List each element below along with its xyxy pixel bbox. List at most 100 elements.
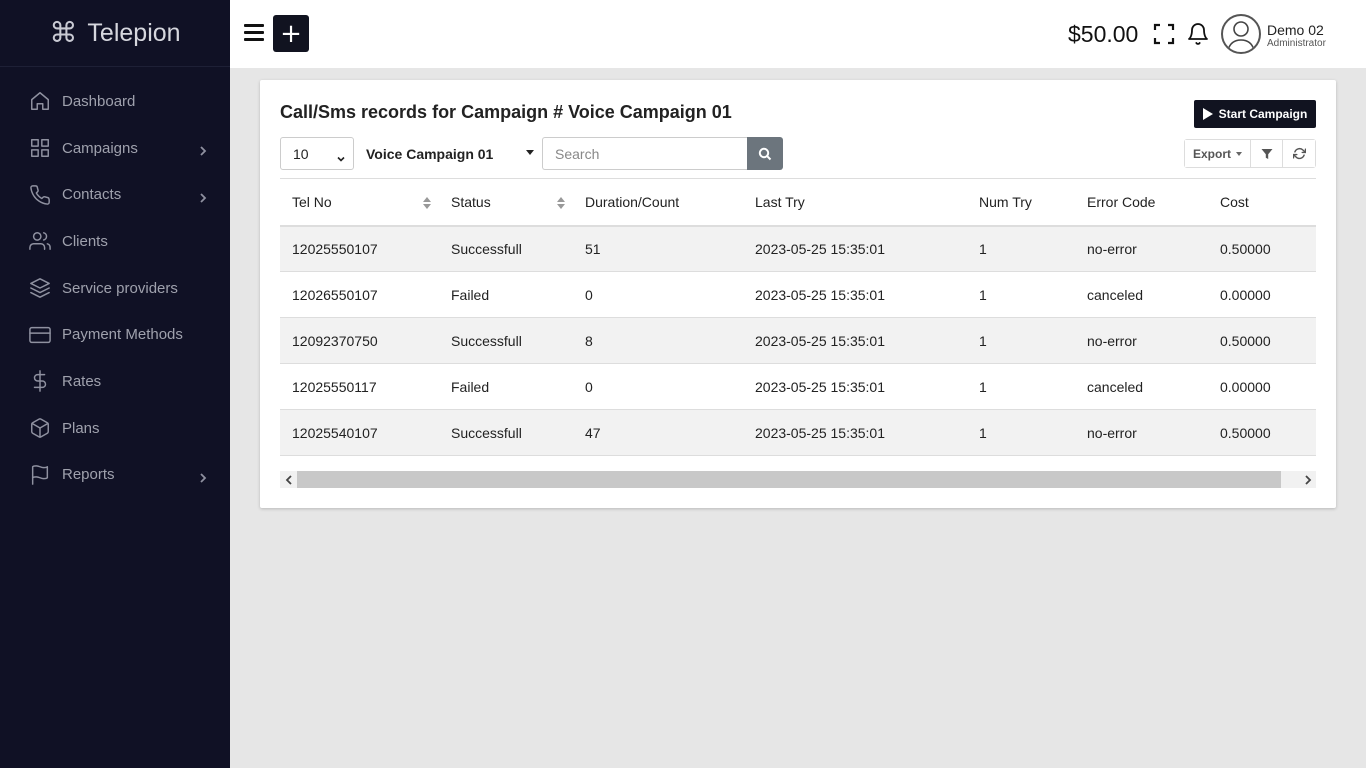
grid-icon xyxy=(28,137,51,160)
cell-num-try: 1 xyxy=(979,286,987,303)
cell-last-try: 2023-05-25 15:35:01 xyxy=(755,378,885,395)
cell-last-try: 2023-05-25 15:35:01 xyxy=(755,286,885,303)
sidebar-nav: Dashboard Campaigns Contacts Clients Ser… xyxy=(0,78,230,498)
cell-status: Successfull xyxy=(451,424,522,441)
cell-status: Failed xyxy=(451,286,490,303)
chevron-right-icon xyxy=(198,470,208,483)
sidebar-item-label: Dashboard xyxy=(62,92,136,110)
cell-cost: 0.50000 xyxy=(1220,424,1271,441)
flag-icon xyxy=(28,463,51,486)
cell-error-code: no-error xyxy=(1087,240,1137,257)
cell-duration: 8 xyxy=(585,332,593,349)
scroll-right-icon[interactable] xyxy=(1299,471,1316,488)
filter-icon xyxy=(1261,148,1272,159)
cell-duration: 47 xyxy=(585,424,601,441)
cell-num-try: 1 xyxy=(979,378,987,395)
credit-card-icon xyxy=(28,323,51,346)
start-campaign-label: Start Campaign xyxy=(1218,107,1308,121)
sidebar-item-reports[interactable]: Reports xyxy=(0,452,230,499)
sidebar-item-label: Plans xyxy=(62,419,100,437)
table-toolbar: Export xyxy=(1184,139,1316,168)
sidebar-item-dashboard[interactable]: Dashboard xyxy=(0,78,230,125)
search-input[interactable] xyxy=(542,137,748,170)
sidebar-item-label: Service providers xyxy=(62,279,178,297)
sidebar-item-clients[interactable]: Clients xyxy=(0,218,230,265)
page-size-value: 10 xyxy=(293,145,309,162)
chevron-right-icon xyxy=(198,190,208,203)
cell-duration: 0 xyxy=(585,378,593,395)
balance: $50.00 xyxy=(1068,21,1139,47)
sidebar: ⌘ Telepion Dashboard Campaigns Contacts … xyxy=(0,0,230,768)
table-row[interactable]: 12026550107 Failed 0 2023-05-25 15:35:01… xyxy=(280,272,1316,318)
add-button[interactable]: + xyxy=(273,15,309,52)
table-row[interactable]: 12025550117 Failed 0 2023-05-25 15:35:01… xyxy=(280,364,1316,410)
cell-cost: 0.00000 xyxy=(1220,286,1271,303)
column-header-num-try: Num Try xyxy=(979,193,1032,210)
table-row[interactable]: 12025550107 Successfull 51 2023-05-25 15… xyxy=(280,225,1316,272)
menu-toggle-icon[interactable] xyxy=(244,24,264,42)
sidebar-item-campaigns[interactable]: Campaigns xyxy=(0,125,230,172)
cell-last-try: 2023-05-25 15:35:01 xyxy=(755,332,885,349)
play-icon xyxy=(1202,108,1213,120)
cell-cost: 0.50000 xyxy=(1220,332,1271,349)
cell-error-code: no-error xyxy=(1087,424,1137,441)
phone-icon xyxy=(28,183,51,206)
sidebar-item-label: Clients xyxy=(62,232,108,250)
sort-icon[interactable] xyxy=(423,196,431,209)
page-title: Call/Sms records for Campaign # Voice Ca… xyxy=(280,102,732,122)
sidebar-item-label: Rates xyxy=(62,372,102,390)
search-button[interactable] xyxy=(747,137,783,170)
cell-error-code: canceled xyxy=(1087,286,1144,303)
column-header-duration: Duration/Count xyxy=(585,193,680,210)
sidebar-item-payment-methods[interactable]: Payment Methods xyxy=(0,311,230,358)
fullscreen-icon[interactable] xyxy=(1153,23,1175,45)
scrollbar-thumb[interactable] xyxy=(297,471,1281,488)
sidebar-item-label: Campaigns xyxy=(62,139,138,157)
cell-num-try: 1 xyxy=(979,332,987,349)
cell-tel-no: 12092370750 xyxy=(292,332,378,349)
sidebar-item-plans[interactable]: Plans xyxy=(0,405,230,452)
cell-last-try: 2023-05-25 15:35:01 xyxy=(755,240,885,257)
sidebar-item-contacts[interactable]: Contacts xyxy=(0,171,230,218)
box-icon xyxy=(28,417,51,440)
layers-icon xyxy=(28,277,51,300)
export-button[interactable]: Export xyxy=(1185,140,1251,167)
start-campaign-button[interactable]: Start Campaign xyxy=(1194,100,1316,128)
sort-icon[interactable] xyxy=(557,196,565,209)
cell-num-try: 1 xyxy=(979,240,987,257)
sidebar-item-rates[interactable]: Rates xyxy=(0,358,230,405)
brand[interactable]: ⌘ Telepion xyxy=(0,0,230,67)
chevron-right-icon xyxy=(198,143,208,156)
refresh-button[interactable] xyxy=(1283,140,1315,167)
table-row[interactable]: 12092370750 Successfull 8 2023-05-25 15:… xyxy=(280,317,1316,364)
filter-button[interactable] xyxy=(1251,140,1283,167)
avatar[interactable] xyxy=(1221,14,1261,54)
column-header-last-try: Last Try xyxy=(755,193,805,210)
records-table: Tel No Status Duration/Count Last Try Nu… xyxy=(280,178,1316,456)
campaign-select[interactable]: Voice Campaign 01 xyxy=(358,137,540,170)
column-header-status[interactable]: Status xyxy=(439,179,573,226)
dollar-icon xyxy=(28,370,51,393)
horizontal-scrollbar[interactable] xyxy=(280,471,1316,488)
cell-tel-no: 12026550107 xyxy=(292,286,378,303)
cell-duration: 51 xyxy=(585,240,601,257)
sidebar-item-service-providers[interactable]: Service providers xyxy=(0,265,230,312)
user-name: Demo 02 xyxy=(1267,22,1324,38)
campaign-select-value: Voice Campaign 01 xyxy=(366,145,494,162)
sidebar-item-label: Payment Methods xyxy=(62,326,183,344)
scroll-left-icon[interactable] xyxy=(280,471,297,488)
table-row[interactable]: 12025540107 Successfull 47 2023-05-25 15… xyxy=(280,409,1316,456)
export-label: Export xyxy=(1192,146,1231,161)
cell-last-try: 2023-05-25 15:35:01 xyxy=(755,424,885,441)
cell-status: Successfull xyxy=(451,332,522,349)
sidebar-item-label: Contacts xyxy=(62,186,122,204)
caret-down-icon xyxy=(1236,151,1242,156)
column-header-tel-no[interactable]: Tel No xyxy=(280,179,439,226)
search-icon xyxy=(758,147,772,160)
home-icon xyxy=(28,90,51,113)
bell-icon[interactable] xyxy=(1186,21,1210,47)
column-header-cost: Cost xyxy=(1220,193,1249,210)
records-table-wrapper: Tel No Status Duration/Count Last Try Nu… xyxy=(280,178,1316,456)
page-size-select[interactable]: 10 xyxy=(280,137,354,170)
topbar: + $50.00 Demo 02 Administrator xyxy=(230,0,1366,68)
